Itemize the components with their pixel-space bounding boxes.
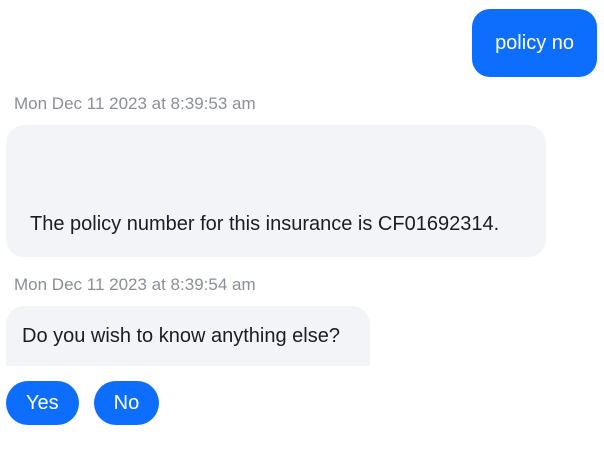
message-timestamp: Mon Dec 11 2023 at 8:39:53 am <box>14 94 256 113</box>
quick-reply-group: Yes No <box>6 381 160 425</box>
bot-message-bubble: Do you wish to know anything else? <box>6 306 370 366</box>
bot-message-text: Do you wish to know anything else? <box>22 324 340 347</box>
user-message-text: policy no <box>495 31 574 54</box>
chat-transcript: policy no Mon Dec 11 2023 at 8:39:53 am … <box>0 0 604 457</box>
message-timestamp: Mon Dec 11 2023 at 8:39:54 am <box>14 275 256 294</box>
user-message-bubble: policy no <box>472 9 597 77</box>
quick-reply-no-button[interactable]: No <box>93 381 160 425</box>
bot-message-text: The policy number for this insurance is … <box>30 213 500 235</box>
quick-reply-yes-button[interactable]: Yes <box>6 381 79 425</box>
bot-message-bubble: The policy number for this insurance is … <box>6 125 546 257</box>
